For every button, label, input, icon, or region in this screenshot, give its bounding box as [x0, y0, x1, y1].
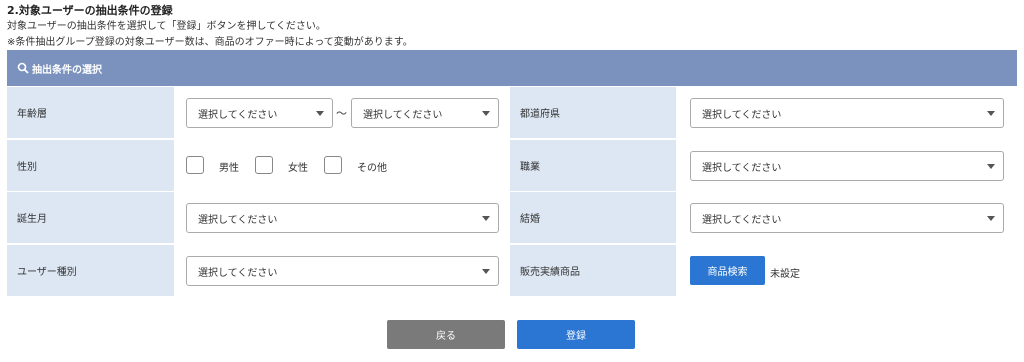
- birth-month-select[interactable]: 選択してください: [186, 203, 499, 233]
- back-button[interactable]: 戻る: [387, 320, 505, 349]
- chevron-down-icon: [482, 111, 490, 116]
- register-button[interactable]: 登録: [517, 320, 635, 349]
- filter-row-gender-occupation: 性別 男性 女性 その他 職業 選択してください: [7, 140, 1017, 192]
- chevron-down-icon: [987, 111, 995, 116]
- instruction-text: 対象ユーザーの抽出条件を選択して「登録」ボタンを押してください。: [7, 21, 326, 32]
- range-separator: 〜: [336, 107, 347, 120]
- prefecture-select[interactable]: 選択してください: [690, 98, 1004, 128]
- prefecture-label: 都道府県: [510, 87, 676, 138]
- chevron-down-icon: [482, 216, 490, 221]
- birth-month-value: 選択してください: [198, 214, 278, 226]
- chevron-down-icon: [316, 111, 324, 116]
- occupation-value: 選択してください: [702, 162, 782, 174]
- filter-row-usertype-products: ユーザー種別 選択してください 販売実績商品 商品検索 未設定: [7, 245, 1017, 297]
- gender-other-label: その他: [357, 163, 387, 174]
- gender-female-checkbox[interactable]: [255, 156, 273, 174]
- chevron-down-icon: [987, 164, 995, 169]
- marriage-value: 選択してください: [702, 214, 782, 226]
- user-type-select[interactable]: 選択してください: [186, 256, 499, 286]
- product-status-text: 未設定: [770, 269, 800, 280]
- birth-month-label: 誕生月: [7, 192, 174, 243]
- gender-other-checkbox[interactable]: [324, 156, 342, 174]
- occupation-select[interactable]: 選択してください: [690, 151, 1004, 181]
- age-to-select[interactable]: 選択してください: [351, 98, 499, 128]
- panel-header-label: 抽出条件の選択: [32, 64, 102, 76]
- panel-header: 抽出条件の選択: [7, 50, 1017, 86]
- gender-male-checkbox[interactable]: [186, 156, 204, 174]
- prefecture-value: 選択してください: [702, 109, 782, 121]
- age-from-select[interactable]: 選択してください: [186, 98, 333, 128]
- chevron-down-icon: [987, 216, 995, 221]
- section-title: 2.対象ユーザーの抽出条件の登録: [7, 4, 173, 17]
- sales-product-label: 販売実績商品: [510, 245, 676, 296]
- filter-row-birthmonth-marriage: 誕生月 選択してください 結婚 選択してください: [7, 192, 1017, 244]
- user-type-value: 選択してください: [198, 267, 278, 279]
- note-text: ※条件抽出グループ登録の対象ユーザー数は、商品のオファー時によって変動があります…: [7, 37, 413, 48]
- gender-female-label: 女性: [288, 163, 308, 174]
- marriage-select[interactable]: 選択してください: [690, 203, 1004, 233]
- chevron-down-icon: [482, 269, 490, 274]
- filter-row-age-prefecture: 年齢層 選択してください 〜 選択してください 都道府県 選択してください: [7, 87, 1017, 139]
- search-icon: [17, 62, 29, 74]
- marriage-label: 結婚: [510, 192, 676, 243]
- occupation-label: 職業: [510, 140, 676, 191]
- age-from-value: 選択してください: [198, 109, 278, 121]
- age-to-value: 選択してください: [363, 109, 443, 121]
- gender-male-label: 男性: [219, 163, 239, 174]
- user-type-label: ユーザー種別: [7, 245, 174, 296]
- product-search-button[interactable]: 商品検索: [690, 256, 765, 285]
- gender-label: 性別: [7, 140, 174, 191]
- age-label: 年齢層: [7, 87, 174, 138]
